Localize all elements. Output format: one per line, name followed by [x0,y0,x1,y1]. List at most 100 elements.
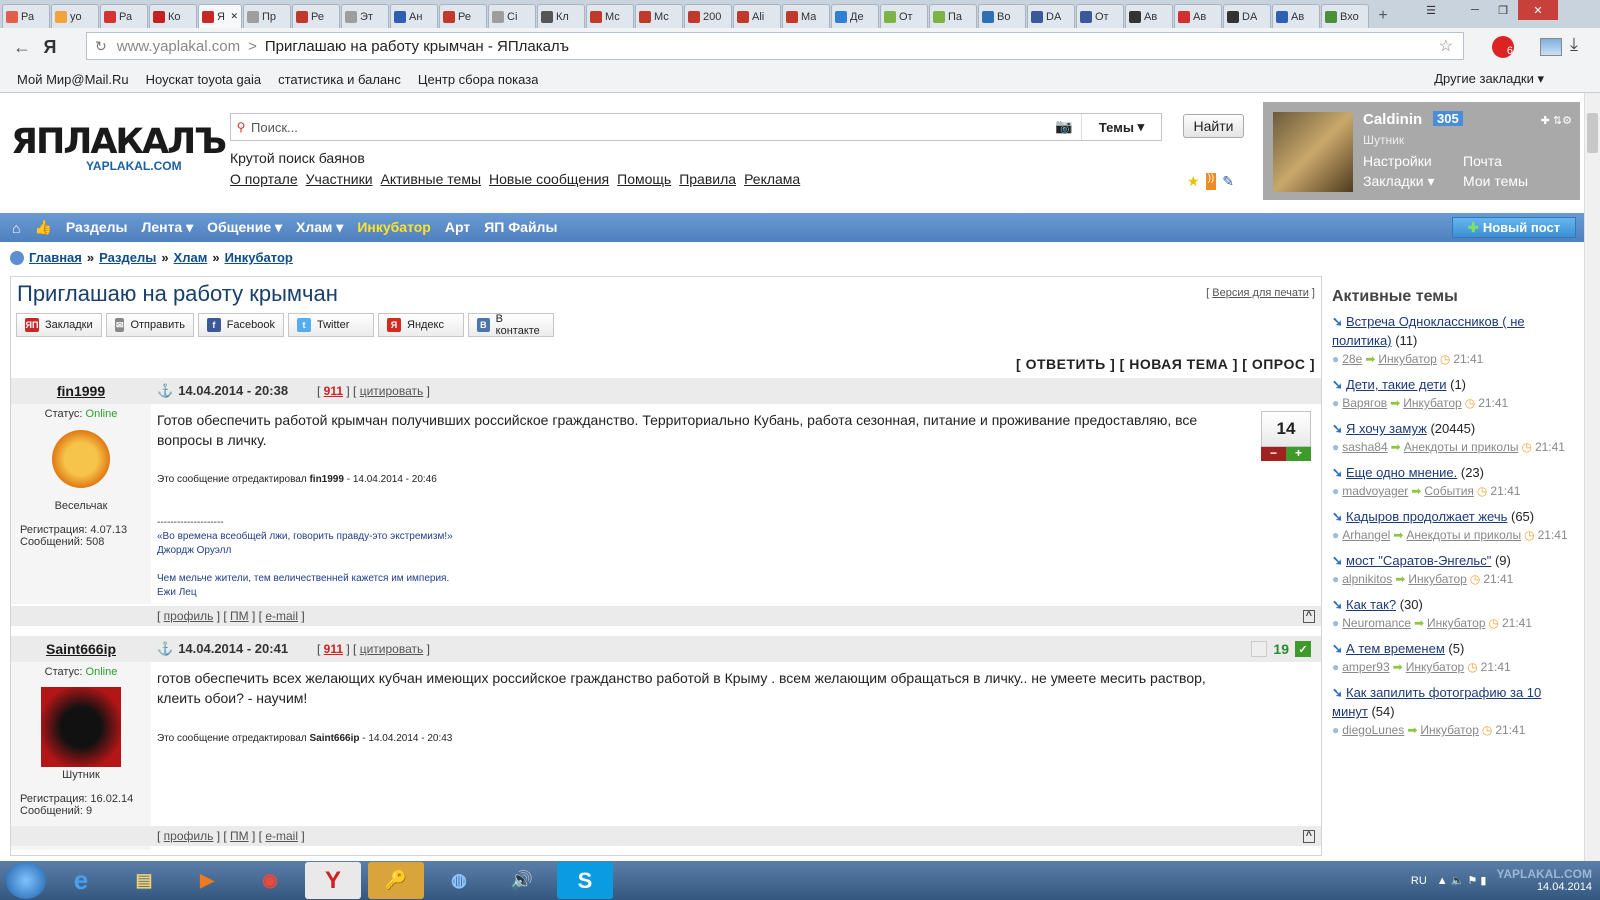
nav-item[interactable]: ЯП Файлы [484,219,557,236]
topic-user-link[interactable]: alpnikitos [1342,572,1392,586]
nav-item[interactable]: Разделы [66,219,128,236]
browser-tab[interactable]: Па [929,4,977,28]
settings-link[interactable]: Настройки [1363,153,1432,169]
rss-icon[interactable]: )) [1205,173,1217,190]
topic-user-link[interactable]: madvoyager [1342,484,1408,498]
vote-up-button[interactable]: ✓ [1295,641,1311,657]
pm-link[interactable]: ПМ [230,609,249,623]
topic-section-link[interactable]: Инкубатор [1403,396,1462,410]
nav-item[interactable]: Арт [445,219,470,236]
author-avatar[interactable] [41,687,121,767]
browser-tab[interactable]: Во [978,4,1026,28]
skype-icon[interactable]: S [557,862,613,899]
nav-item[interactable]: Лента ▾ [142,219,194,236]
new-tab-button[interactable]: + [1370,4,1396,28]
scroll-top-button[interactable]: ^ [1302,609,1315,623]
active-topic-link[interactable]: мост "Саратов-Энгельс" [1346,553,1491,568]
close-window-button[interactable]: ✕ [1518,0,1558,20]
browser-tab[interactable]: Ав [1174,4,1222,28]
breadcrumb-link[interactable]: Инкубатор [225,250,293,265]
user-name[interactable]: Caldinin [1363,111,1422,128]
pencil-icon[interactable]: ✎ [1222,173,1234,190]
topic-user-link[interactable]: diegoLunes [1342,723,1404,737]
topic-user-link[interactable]: Варягов [1342,396,1387,410]
active-topic-link[interactable]: Как так? [1346,597,1396,612]
email-link[interactable]: e-mail [265,609,298,623]
breadcrumb-link[interactable]: Хлам [174,250,208,265]
like-icon[interactable]: 👍 [34,219,51,236]
browser-tab[interactable]: Ав [1272,4,1320,28]
share-button[interactable]: Я Яндекс [378,313,464,337]
browser-tab[interactable]: Вхо [1321,4,1369,28]
browser-tab[interactable]: Кл [537,4,585,28]
active-topic-link[interactable]: Я хочу замуж [1346,421,1427,436]
topic-section-link[interactable]: Инкубатор [1420,723,1479,737]
browser-tab[interactable]: Мс [635,4,683,28]
browser-tab[interactable]: Ре [292,4,340,28]
bookmarks-menu[interactable]: Закладки ▾ [1363,173,1435,190]
site-logo[interactable]: ЯПЛАКАЛЪ YAPLAKAL.COM [11,123,227,183]
page-scrollbar[interactable] [1584,93,1600,861]
vote-down-button[interactable]: − [1261,447,1286,461]
network-app-icon[interactable]: ◍ [431,862,487,899]
reload-icon[interactable]: ↻ [95,38,107,55]
new-post-button[interactable]: ✚ Новый пост [1452,217,1576,238]
my-topics-link[interactable]: Мои темы [1463,173,1528,189]
bookmark-item[interactable]: статистика и баланс [278,72,401,87]
browser-tab[interactable]: Мс [586,4,634,28]
browser-tab[interactable]: yo [51,4,99,28]
anchor-icon[interactable]: ⚓ [157,383,173,398]
pm-link[interactable]: ПМ [230,829,249,843]
active-topic-link[interactable]: А тем временем [1346,641,1445,656]
chrome-icon[interactable]: ◉ [242,862,298,899]
browser-tab[interactable]: Ре [439,4,487,28]
scrollbar-thumb[interactable] [1587,113,1598,153]
vote-up-button[interactable]: + [1286,447,1311,461]
header-link[interactable]: Реклама [744,171,800,187]
topic-section-link[interactable]: Инкубатор [1408,572,1467,586]
topic-section-link[interactable]: Инкубатор [1378,352,1437,366]
anchor-icon[interactable]: ⚓ [157,641,173,656]
adblock-extension-icon[interactable]: 6 [1492,36,1514,58]
nav-item[interactable]: Инкубатор [357,219,431,236]
explorer-icon[interactable]: ▤ [116,862,172,899]
profile-link[interactable]: профиль [164,609,214,623]
bookmark-item[interactable]: Ноускат toyota gaia [146,72,261,87]
quote-link[interactable]: цитировать [360,642,424,656]
browser-tab[interactable]: Пр [243,4,291,28]
active-topic-link[interactable]: Встреча Одноклассников ( не политика) [1332,314,1525,348]
browser-tab[interactable]: Ci [488,4,536,28]
keys-app-icon[interactable]: 🔑 [368,862,424,899]
tray-icons[interactable]: ▲ 🔈 ⚑ ▮ [1437,874,1487,887]
profile-link[interactable]: профиль [164,829,214,843]
post-author[interactable]: Saint666ip [11,641,151,657]
browser-tab[interactable]: Ра [100,4,148,28]
header-link[interactable]: Новые сообщения [489,171,609,187]
image-extension-icon[interactable] [1540,38,1562,56]
bookmark-item[interactable]: Мой Мир@Mail.Ru [17,72,129,87]
share-button[interactable]: B В контакте [468,313,554,337]
camera-icon[interactable]: 📷 [1055,118,1075,136]
bookmark-star-icon[interactable]: ☆ [1439,36,1453,56]
topic-section-link[interactable]: Анекдоты и приколы [1404,440,1519,454]
active-topic-link[interactable]: Дети, такие дети [1346,377,1446,392]
quote-link[interactable]: цитировать [360,384,424,398]
share-button[interactable]: f Facebook [198,313,284,337]
post-number[interactable]: 911 [324,642,343,656]
header-link[interactable]: Активные темы [381,171,482,187]
topic-section-link[interactable]: События [1424,484,1474,498]
browser-tab[interactable]: Де [831,4,879,28]
browser-tab[interactable]: Эт [341,4,389,28]
topic-user-link[interactable]: 28e [1342,352,1362,366]
media-player-icon[interactable]: ▶ [179,862,235,899]
share-button[interactable]: ЯП Закладки [16,313,102,337]
back-icon[interactable]: ← [8,33,36,61]
minimize-button[interactable]: ─ [1462,0,1488,20]
bookmark-item[interactable]: Центр сбора показа [418,72,539,87]
search-scope-select[interactable]: Темы ▾ [1081,114,1161,140]
header-link[interactable]: О портале [230,171,298,187]
topic-user-link[interactable]: Neuromance [1342,616,1411,630]
header-link[interactable]: Участники [306,171,373,187]
browser-tab[interactable]: Ali [733,4,781,28]
active-topic-link[interactable]: Как запилить фотографию за 10 минут [1332,685,1541,719]
